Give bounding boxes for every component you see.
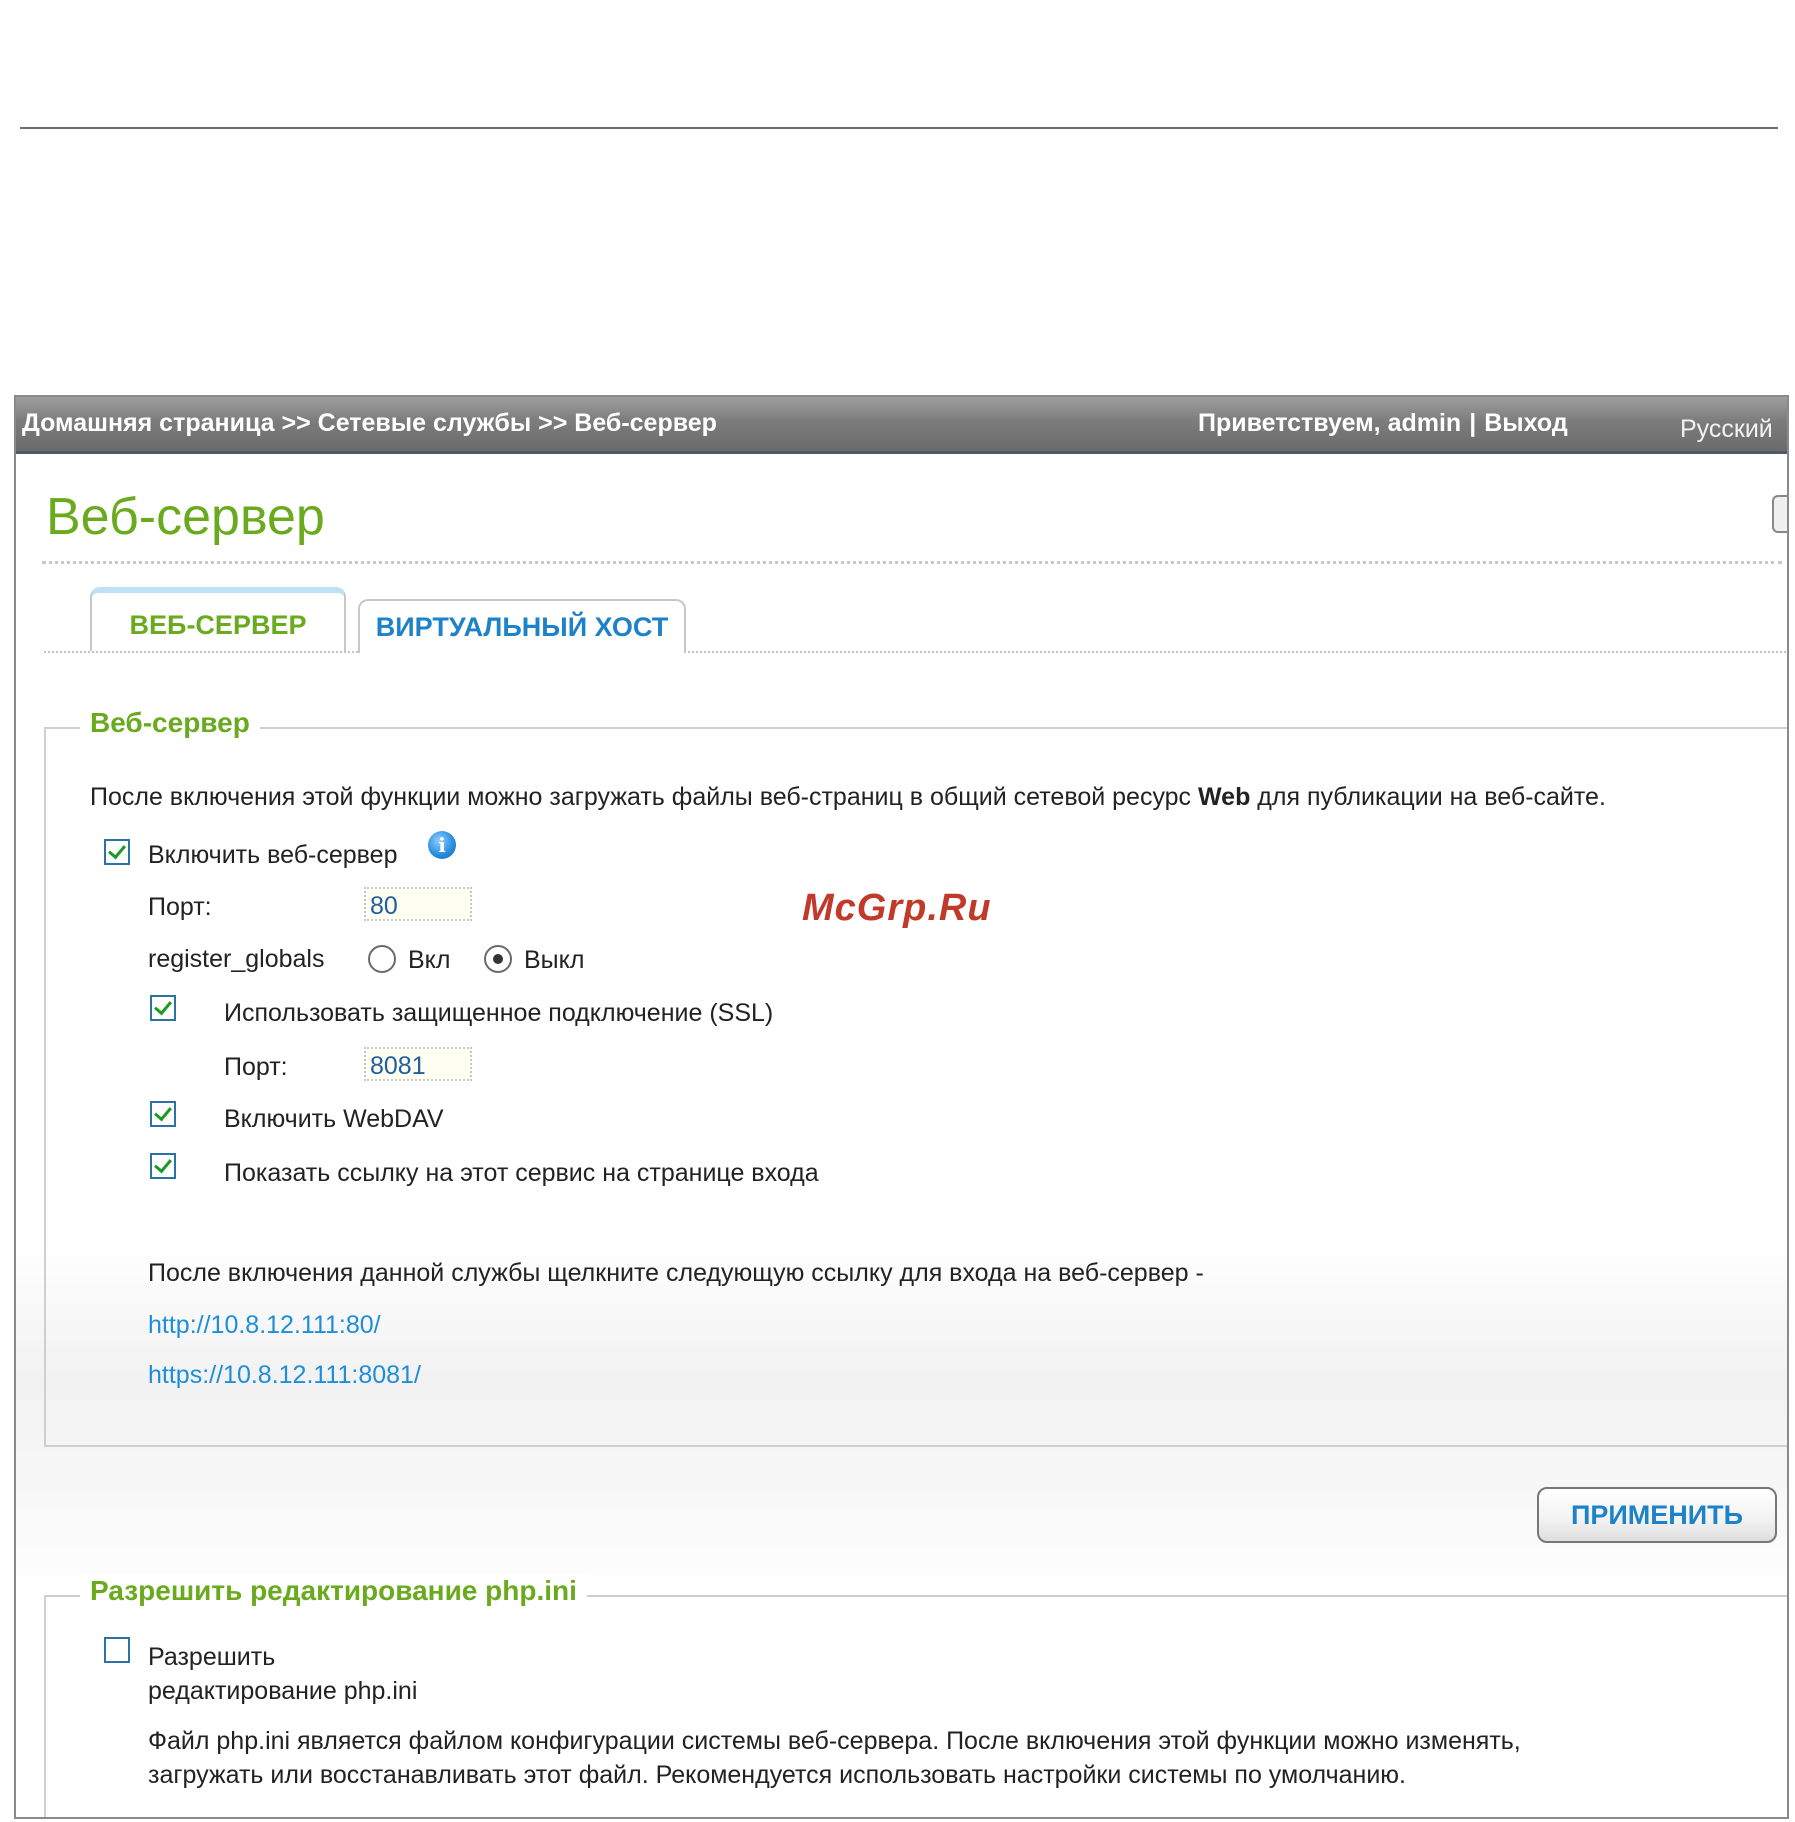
register-globals-on-label: Вкл [408, 946, 451, 974]
webserver-description: После включения этой функции можно загру… [90, 783, 1606, 812]
description-share-name: Web [1198, 783, 1251, 811]
port-input[interactable]: 80 [364, 887, 472, 921]
info-icon[interactable]: i [428, 831, 456, 859]
webdav-label: Включить WebDAV [224, 1105, 444, 1133]
greeting-separator: | [1469, 409, 1477, 437]
http-link[interactable]: http://10.8.12.111:80/ [148, 1311, 381, 1340]
webdav-checkbox[interactable] [150, 1101, 176, 1127]
phpini-note-line1: Файл php.ini является файлом конфигураци… [148, 1727, 1521, 1755]
allow-phpini-label-line2: редактирование php.ini [148, 1677, 418, 1705]
https-link[interactable]: https://10.8.12.111:8081/ [148, 1361, 421, 1390]
top-divider [20, 127, 1778, 129]
tab-web-server[interactable]: ВЕБ-СЕРВЕР [90, 587, 346, 651]
port-label: Порт: [148, 893, 212, 921]
register-globals-off-label: Выкл [524, 946, 585, 974]
watermark: McGrp.Ru [802, 887, 992, 929]
language-selector[interactable]: Русский [1680, 415, 1773, 444]
enable-webserver-label: Включить веб-сервер [148, 841, 398, 869]
show-link-label: Показать ссылку на этот сервис на страни… [224, 1159, 819, 1187]
description-text-end: для публикации на веб-сайте. [1250, 783, 1606, 811]
title-divider [42, 561, 1782, 564]
show-link-checkbox[interactable] [150, 1153, 176, 1179]
breadcrumb[interactable]: Домашняя страница >> Сетевые службы >> В… [22, 409, 717, 438]
header-bar: Домашняя страница >> Сетевые службы >> В… [16, 397, 1787, 454]
ssl-checkbox[interactable] [150, 995, 176, 1021]
description-text: После включения этой функции можно загру… [90, 783, 1199, 811]
apply-button[interactable]: ПРИМЕНИТЬ [1537, 1487, 1777, 1543]
phpini-legend: Разрешить редактирование php.ini [80, 1575, 587, 1607]
ssl-port-label: Порт: [224, 1053, 288, 1081]
webserver-legend: Веб-сервер [80, 707, 260, 739]
enable-webserver-checkbox[interactable] [104, 839, 130, 865]
allow-phpini-checkbox[interactable] [104, 1637, 130, 1663]
register-globals-on-radio[interactable] [368, 945, 396, 973]
greeting-text: Приветствуем, admin [1198, 409, 1462, 437]
app-window: Домашняя страница >> Сетевые службы >> В… [14, 395, 1789, 1819]
register-globals-label: register_globals [148, 945, 325, 973]
logout-link[interactable]: Выход [1484, 409, 1568, 437]
side-panel-handle[interactable] [1772, 495, 1787, 533]
phpini-note-line2: загружать или восстанавливать этот файл.… [148, 1761, 1406, 1789]
user-greeting: Приветствуем, admin | Выход [1198, 409, 1568, 438]
ssl-port-input[interactable]: 8081 [364, 1047, 472, 1081]
ssl-label: Использовать защищенное подключение (SSL… [224, 999, 774, 1027]
page-title: Веб-сервер [46, 488, 325, 546]
access-note: После включения данной службы щелкните с… [148, 1259, 1204, 1287]
register-globals-off-radio[interactable] [484, 945, 512, 973]
allow-phpini-label-line1: Разрешить [148, 1643, 276, 1671]
tab-virtual-host[interactable]: ВИРТУАЛЬНЫЙ ХОСТ [358, 599, 686, 653]
